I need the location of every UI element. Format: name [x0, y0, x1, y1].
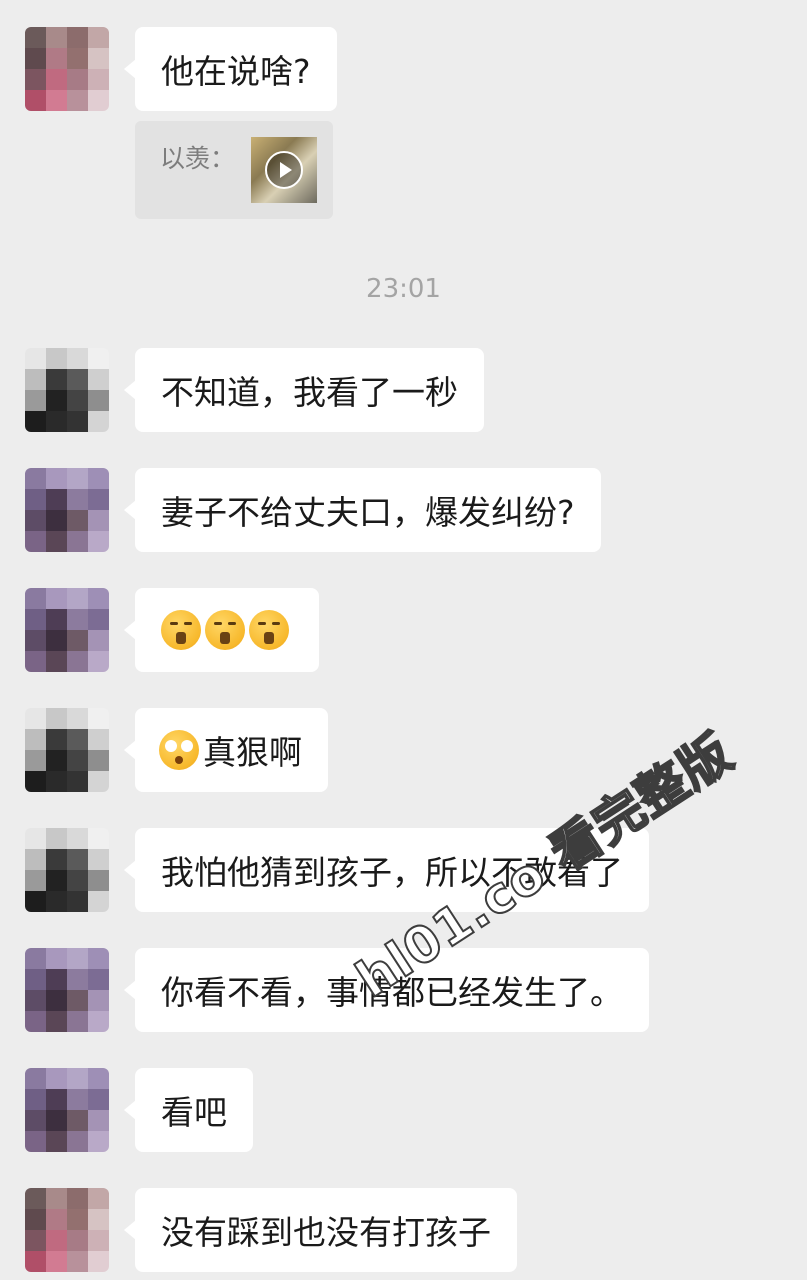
message-bubble[interactable]: 看吧: [124, 1068, 253, 1152]
message-bubble[interactable]: 没有踩到也没有打孩子: [124, 1188, 517, 1272]
message-bubble[interactable]: [124, 588, 319, 672]
message-bubble[interactable]: 妻子不给丈夫口，爆发纠纷?: [124, 468, 601, 552]
sealed-lips-emoji-icon: [249, 610, 289, 650]
avatar[interactable]: [25, 948, 109, 1032]
message-text: 真狠啊: [203, 733, 302, 772]
avatar[interactable]: [25, 348, 109, 432]
avatar[interactable]: [25, 468, 109, 552]
sealed-lips-emoji-icon: [161, 610, 201, 650]
quoted-message[interactable]: 以羡：: [135, 121, 333, 219]
avatar[interactable]: [25, 1188, 109, 1272]
avatar[interactable]: [25, 1068, 109, 1152]
quote-sender-label: 以羡：: [160, 144, 236, 173]
play-icon[interactable]: [265, 151, 303, 189]
avatar[interactable]: [25, 828, 109, 912]
video-thumbnail[interactable]: [251, 137, 317, 203]
avatar[interactable]: [25, 27, 109, 111]
timestamp: 23:01: [366, 274, 441, 304]
flushed-face-emoji-icon: [159, 730, 199, 770]
message-bubble[interactable]: 真狠啊: [124, 708, 328, 792]
avatar[interactable]: [25, 588, 109, 672]
message-bubble[interactable]: 他在说啥?: [124, 27, 337, 111]
sealed-lips-emoji-icon: [205, 610, 245, 650]
avatar[interactable]: [25, 708, 109, 792]
message-bubble[interactable]: 不知道，我看了一秒: [124, 348, 484, 432]
